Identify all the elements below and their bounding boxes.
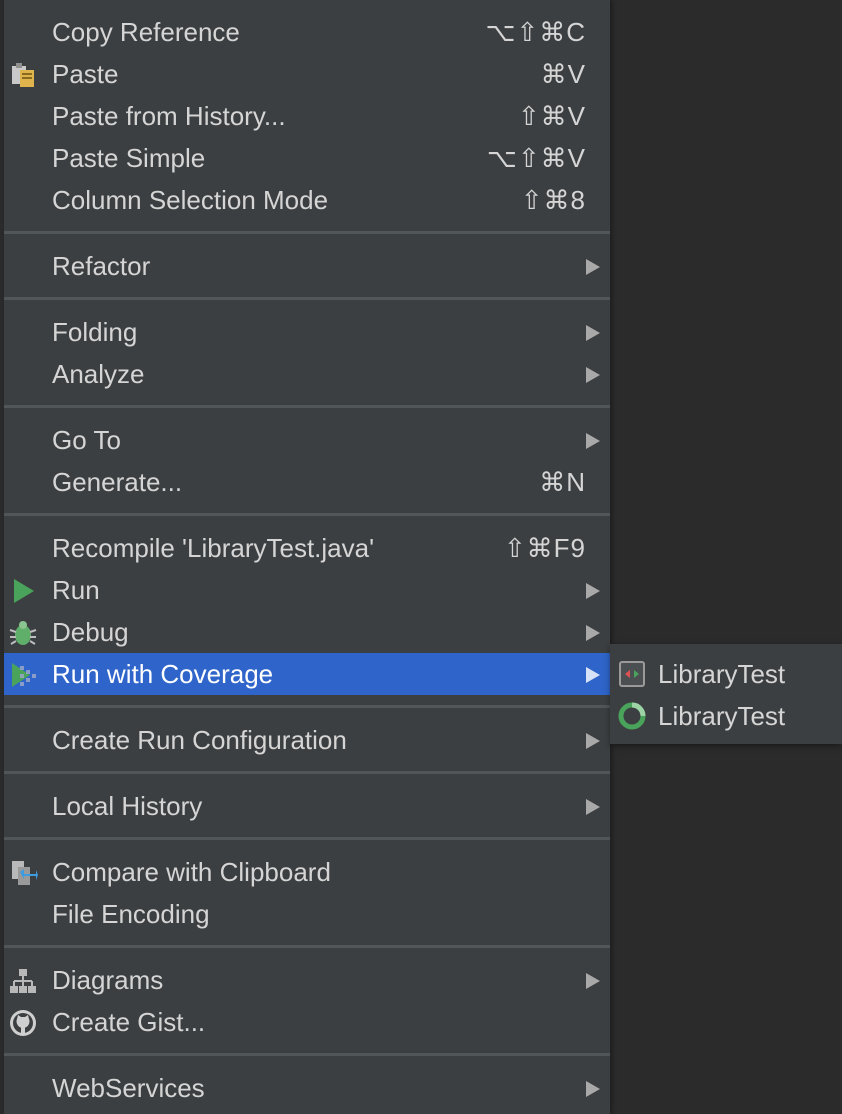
menu-item-refactor[interactable]: Refactor [4, 245, 610, 287]
menu-item-recompile-librarytest-java[interactable]: Recompile 'LibraryTest.java' ⇧⌘F9 [4, 527, 610, 569]
submenu-arrow-icon [586, 325, 600, 341]
menu-separator [4, 1043, 610, 1067]
submenu-item-librarytest-2[interactable]: LibraryTest [610, 695, 842, 737]
submenu-arrow-icon [586, 583, 600, 599]
menu-item-label: Run [52, 574, 100, 605]
menu-item-generate[interactable]: Generate... ⌘N [4, 461, 610, 503]
menu-item-label: Paste from History... [52, 100, 286, 131]
menu-item-folding[interactable]: Folding [4, 311, 610, 353]
menu-separator [4, 935, 610, 959]
menu-item-column-selection-mode[interactable]: Column Selection Mode ⇧⌘8 [4, 179, 610, 221]
paste-icon [8, 60, 38, 90]
menu-item-shortcut: ⇧⌘8 [520, 184, 586, 215]
menu-item-label: Analyze [52, 358, 145, 389]
submenu-arrow-icon [586, 367, 600, 383]
menu-item-paste-from-history[interactable]: Paste from History... ⇧⌘V [4, 95, 610, 137]
junit-icon [618, 702, 646, 730]
menu-item-go-to[interactable]: Go To [4, 419, 610, 461]
submenu-arrow-icon [586, 625, 600, 641]
menu-separator [4, 395, 610, 419]
submenu-arrow-icon [586, 433, 600, 449]
menu-item-label: Compare with Clipboard [52, 856, 331, 887]
menu-separator [4, 503, 610, 527]
menu-item-label: WebServices [52, 1072, 205, 1103]
menu-item-run[interactable]: Run [4, 569, 610, 611]
menu-item-create-run-configuration[interactable]: Create Run Configuration [4, 719, 610, 761]
menu-item-shortcut: ⌘N [539, 466, 586, 497]
menu-item-label: Paste Simple [52, 142, 206, 173]
run-icon [8, 576, 38, 606]
diagrams-icon [8, 966, 38, 996]
menu-item-label: Column Selection Mode [52, 184, 329, 215]
menu-item-compare-with-clipboard[interactable]: Compare with Clipboard [4, 851, 610, 893]
menu-separator [4, 695, 610, 719]
menu-item-label: Go To [52, 424, 121, 455]
menu-item-shortcut: ⌥⇧⌘C [485, 16, 586, 47]
menu-item-create-gist[interactable]: Create Gist... [4, 1001, 610, 1043]
menu-item-shortcut: ⌥⇧⌘V [486, 142, 586, 173]
menu-item-label: Copy Reference [52, 16, 240, 47]
run-with-coverage-submenu: LibraryTest LibraryTest [610, 644, 842, 744]
submenu-arrow-icon [586, 973, 600, 989]
menu-item-label: Recompile 'LibraryTest.java' [52, 532, 375, 563]
menu-separator [4, 827, 610, 851]
menu-item-local-history[interactable]: Local History [4, 785, 610, 827]
menu-separator [4, 761, 610, 785]
menu-item-debug[interactable]: Debug [4, 611, 610, 653]
menu-item-webservices[interactable]: WebServices [4, 1067, 610, 1109]
context-menu: Copy Reference ⌥⇧⌘C Paste ⌘V Paste from Hist… [4, 0, 610, 1114]
menu-item-copy-reference[interactable]: Copy Reference ⌥⇧⌘C [4, 11, 610, 53]
github-icon [8, 1008, 38, 1038]
menu-item-label: Run with Coverage [52, 658, 274, 689]
menu-item-label: Diagrams [52, 964, 164, 995]
menu-item-analyze[interactable]: Analyze [4, 353, 610, 395]
menu-item-shortcut: ⌘V [540, 58, 586, 89]
submenu-arrow-icon [586, 259, 600, 275]
menu-item-file-encoding[interactable]: File Encoding [4, 893, 610, 935]
compare-icon [8, 858, 38, 888]
menu-item-diagrams[interactable]: Diagrams [4, 959, 610, 1001]
coverage-icon [8, 660, 38, 690]
menu-item-label: Create Gist... [52, 1006, 206, 1037]
submenu-arrow-icon [586, 733, 600, 749]
menu-separator [4, 287, 610, 311]
menu-separator [4, 221, 610, 245]
submenu-item-label: LibraryTest [658, 700, 786, 731]
menu-item-shortcut: ⇧⌘V [517, 100, 586, 131]
submenu-arrow-icon [586, 799, 600, 815]
menu-item-shortcut: ⇧⌘F9 [503, 532, 586, 563]
menu-item-label: Paste [52, 58, 119, 89]
menu-item-paste-simple[interactable]: Paste Simple ⌥⇧⌘V [4, 137, 610, 179]
submenu-arrow-icon [586, 667, 600, 683]
menu-item-paste[interactable]: Paste ⌘V [4, 53, 610, 95]
debug-icon [8, 618, 38, 648]
menu-item-label: Create Run Configuration [52, 724, 347, 755]
menu-item-run-with-coverage[interactable]: Run with Coverage [4, 653, 610, 695]
menu-item-label: Local History [52, 790, 203, 821]
menu-item-label: Generate... [52, 466, 183, 497]
submenu-arrow-icon [586, 1081, 600, 1097]
menu-item-label: Debug [52, 616, 129, 647]
menu-item-label: File Encoding [52, 898, 210, 929]
submenu-item-label: LibraryTest [658, 658, 786, 689]
test-config-icon [618, 660, 646, 688]
menu-item-label: Refactor [52, 250, 151, 281]
submenu-item-librarytest-1[interactable]: LibraryTest [610, 653, 842, 695]
menu-item-label: Folding [52, 316, 138, 347]
